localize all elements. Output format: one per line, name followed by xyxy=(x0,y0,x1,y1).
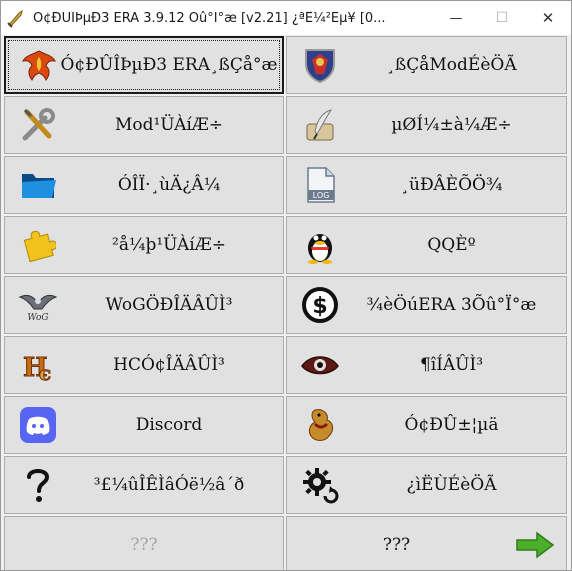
question-mark-icon xyxy=(17,465,59,505)
mod-manager-button[interactable]: Mod¹ÜÀíÆ÷ xyxy=(4,96,284,154)
green-arrow-icon xyxy=(514,525,556,565)
wog-forum-button[interactable]: WoG WoGÖÐÎÄÂÛÌ³ xyxy=(4,276,284,334)
sword-icon xyxy=(1,1,31,35)
plugin-manager-button[interactable]: ²å¼þ¹ÜÀíÆ÷ xyxy=(4,216,284,274)
svg-text:c: c xyxy=(39,361,51,384)
button-label: ??? xyxy=(130,535,158,555)
close-button[interactable]: ✕ xyxy=(525,1,571,35)
button-label: ¸ßÇåModÉèÖÃ xyxy=(386,55,517,75)
folder-icon xyxy=(17,165,59,205)
discord-icon xyxy=(17,405,59,445)
hc-forum-button[interactable]: H c HCÓ¢ÎÄÂÛÌ³ xyxy=(4,336,284,394)
puzzle-icon xyxy=(17,225,59,265)
hd-mod-settings-button[interactable]: ¸ßÇåModÉèÖÃ xyxy=(286,36,567,94)
button-label: ¾èÖúERA 3Õû°Ï°æ xyxy=(366,295,537,315)
faq-button[interactable]: ³£¼ûÎÊÌâÓë½â´ð xyxy=(4,456,284,514)
button-label: WoGÖÐÎÄÂÛÌ³ xyxy=(105,295,233,315)
changelog-button[interactable]: LOG ¸üÐÂÈÕÖ¾ xyxy=(286,156,567,214)
next-page-button[interactable]: ??? xyxy=(286,516,567,570)
svg-text:$: $ xyxy=(312,294,327,319)
minimize-button[interactable]: — xyxy=(433,1,479,35)
maximize-button[interactable]: ☐ xyxy=(479,1,525,35)
quill-scroll-icon xyxy=(299,105,341,145)
quick-settings-button[interactable]: ¿ìËÙÉèÖÃ xyxy=(286,456,567,514)
button-label: ²å¼þ¹ÜÀíÆ÷ xyxy=(112,235,226,255)
launch-game-button[interactable]: Ó¢ÐÛÎÞµÐ3 ERA¸ßÇå°æ xyxy=(4,36,284,94)
log-file-icon: LOG xyxy=(299,165,341,205)
russian-forum-button[interactable]: ¶îÍÂÛÌ³ xyxy=(286,336,567,394)
gear-refresh-icon xyxy=(299,465,341,505)
button-label: ¿ìËÙÉèÖÃ xyxy=(406,475,497,495)
button-label: ÓÎÏ·¸ùÄ¿Â¼ xyxy=(117,175,221,195)
eye-icon xyxy=(299,345,341,385)
button-label: µØÍ¼±à¼­Æ÷ xyxy=(391,115,512,135)
hc-logo-icon: H c xyxy=(17,345,59,385)
discord-button[interactable]: Discord xyxy=(4,396,284,454)
qq-group-button[interactable]: QQÈº xyxy=(286,216,567,274)
button-label: Ó¢ÐÛÎÞµÐ3 ERA¸ßÇå°æ xyxy=(60,55,278,75)
button-label: HCÓ¢ÎÄÂÛÌ³ xyxy=(113,355,225,375)
button-label: Mod¹ÜÀíÆ÷ xyxy=(114,115,224,135)
button-label: ³£¼ûÎÊÌâÓë½â´ð xyxy=(93,475,245,495)
svg-text:WoG: WoG xyxy=(27,313,48,323)
window-title: Ó¢ÐÛÎÞµÐ3 ERA 3.9.12 Õû°Ï°æ [v2.21] ¿ªÊ¼… xyxy=(33,10,386,26)
dollar-circle-icon: $ xyxy=(299,285,341,325)
button-label: ¶îÍÂÛÌ³ xyxy=(419,355,484,375)
launcher-window: Ó¢ÐÛÎÞµÐ3 ERA 3.9.12 Õû°Ï°æ [v2.21] ¿ªÊ¼… xyxy=(0,0,572,571)
phoenix-icon xyxy=(18,46,60,86)
hero-guide-button[interactable]: Ó¢ÐÛ±¦µä xyxy=(286,396,567,454)
qq-penguin-icon xyxy=(299,225,341,265)
game-folder-button[interactable]: ÓÎÏ·¸ùÄ¿Â¼ xyxy=(4,156,284,214)
button-label: QQÈº xyxy=(427,235,476,255)
shield-crest-icon xyxy=(299,45,341,85)
button-label: ¸üÐÂÈÕÖ¾ xyxy=(400,175,503,195)
svg-text:LOG: LOG xyxy=(313,191,330,200)
button-label: ??? xyxy=(382,535,411,555)
unavailable-button: ??? xyxy=(4,516,284,570)
wrench-screwdriver-icon xyxy=(17,105,59,145)
map-editor-button[interactable]: µØÍ¼±à¼­Æ÷ xyxy=(286,96,567,154)
launcher-button-grid: Ó¢ÐÛÎÞµÐ3 ERA¸ßÇå°æ ¸ßÇåModÉèÖÃ Mod¹ÜÀíÆ… xyxy=(4,36,568,570)
donate-button[interactable]: $ ¾èÖúERA 3Õû°Ï°æ xyxy=(286,276,567,334)
griffin-icon xyxy=(299,405,341,445)
button-label: Discord xyxy=(135,415,203,435)
button-label: Ó¢ÐÛ±¦µä xyxy=(404,415,499,435)
wog-eagle-icon: WoG xyxy=(17,285,59,325)
title-bar: Ó¢ÐÛÎÞµÐ3 ERA 3.9.12 Õû°Ï°æ [v2.21] ¿ªÊ¼… xyxy=(1,1,571,35)
